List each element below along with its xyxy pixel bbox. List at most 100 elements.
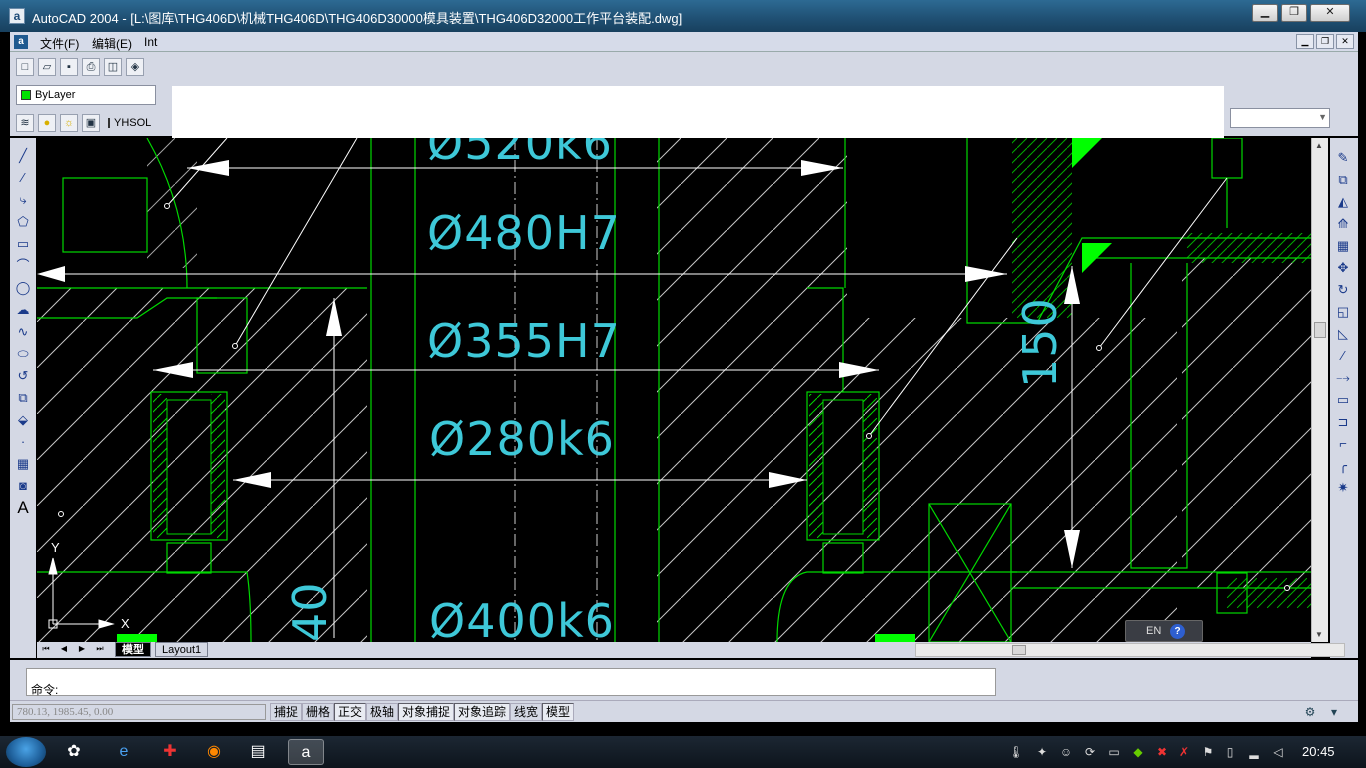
ime-language[interactable]: EN xyxy=(1146,625,1161,637)
polar-toggle[interactable]: 极轴 xyxy=(366,703,399,721)
autocad-taskbar-icon[interactable]: a xyxy=(288,739,324,765)
close-tray-icon[interactable]: ✗ xyxy=(1176,744,1192,760)
fillet-icon[interactable]: ╭ xyxy=(1333,456,1353,476)
mirror-icon[interactable]: ◭ xyxy=(1333,192,1353,212)
app-tray-icon[interactable]: ✖ xyxy=(1154,744,1170,760)
vertical-scrollbar[interactable]: ▲ ▼ xyxy=(1311,138,1328,642)
insert-block-icon[interactable]: ⧉ xyxy=(13,388,33,408)
restore-button[interactable]: ❐ xyxy=(1281,4,1307,22)
help-icon[interactable]: ? xyxy=(1170,624,1185,639)
app-launcher-icon[interactable]: ✿ xyxy=(56,739,92,765)
start-button[interactable] xyxy=(6,737,46,767)
revision-cloud-icon[interactable]: ☁ xyxy=(13,300,33,320)
doc-minimize-button[interactable]: ▁ xyxy=(1296,34,1314,49)
drive-tray-icon[interactable]: ▭ xyxy=(1106,744,1122,760)
update-tray-icon[interactable]: ⟳ xyxy=(1082,744,1098,760)
erase-icon[interactable]: ✎ xyxy=(1333,148,1353,168)
arc-icon[interactable]: ⌒ xyxy=(13,256,33,276)
user-tray-icon[interactable]: ☺ xyxy=(1058,744,1074,760)
circle-icon[interactable]: ◯ xyxy=(13,278,33,298)
line-icon[interactable]: ╱ xyxy=(13,146,33,166)
firefox-icon[interactable]: ◉ xyxy=(196,739,232,765)
otrack-toggle[interactable]: 对象追踪 xyxy=(454,703,511,721)
multiline-text-icon[interactable]: A xyxy=(13,498,33,518)
network-icon[interactable]: ▂ xyxy=(1246,744,1262,760)
stretch-icon[interactable]: ◺ xyxy=(1333,324,1353,344)
app-juhe-icon[interactable]: ✚ xyxy=(152,739,188,765)
region-icon[interactable]: ◙ xyxy=(13,476,33,496)
prev-tab-icon[interactable]: ◀ xyxy=(57,643,71,656)
osnap-toggle[interactable]: 对象捕捉 xyxy=(398,703,455,721)
tab-layout1[interactable]: Layout1 xyxy=(155,642,209,657)
command-line-input[interactable]: 命令: xyxy=(26,668,996,697)
hatch-icon[interactable]: ▦ xyxy=(13,454,33,474)
print-preview-icon[interactable]: ◫ xyxy=(104,58,122,76)
doc-restore-button[interactable]: ❐ xyxy=(1316,34,1334,49)
explode-icon[interactable]: ✷ xyxy=(1333,478,1353,498)
lightbulb-icon[interactable]: ● xyxy=(38,114,56,132)
layer-manager-icon[interactable]: ≋ xyxy=(16,114,34,132)
snap-toggle[interactable]: 捕捉 xyxy=(270,703,303,721)
drawing-canvas[interactable]: Ø520k6 Ø480H7 Ø355H7 Ø280k6 Ø400k6 150 4… xyxy=(37,138,1311,642)
volume-icon[interactable]: ◁ xyxy=(1270,744,1286,760)
publish-icon[interactable]: ◈ xyxy=(126,58,144,76)
hscroll-thumb[interactable] xyxy=(1012,645,1026,655)
scale-icon[interactable]: ◱ xyxy=(1333,302,1353,322)
last-tab-icon[interactable]: ⏭ xyxy=(93,643,107,656)
move-icon[interactable]: ✥ xyxy=(1333,258,1353,278)
internet-explorer-icon[interactable]: e xyxy=(106,739,142,765)
grid-toggle[interactable]: 栅格 xyxy=(302,703,335,721)
next-tab-icon[interactable]: ▶ xyxy=(75,643,89,656)
close-button[interactable]: ✕ xyxy=(1310,4,1350,22)
thermometer-icon[interactable]: 🌡 xyxy=(1008,744,1024,760)
spline-icon[interactable]: ∿ xyxy=(13,322,33,342)
polygon-icon[interactable]: ⬠ xyxy=(13,212,33,232)
copy-icon[interactable]: ⧉ xyxy=(1333,170,1353,190)
rectangle-icon[interactable]: ▭ xyxy=(13,234,33,254)
menu-edit[interactable]: 编辑(E) xyxy=(92,35,132,52)
color-control[interactable]: ByLayer xyxy=(16,85,156,105)
trim-icon[interactable]: ⁄ xyxy=(1333,346,1353,366)
print-icon[interactable]: ⎙ xyxy=(82,58,100,76)
lock-icon[interactable]: ▣ xyxy=(82,114,100,132)
ellipse-arc-icon[interactable]: ↺ xyxy=(13,366,33,386)
tray-settings-icon[interactable]: ⚙ xyxy=(1302,704,1318,720)
break-icon[interactable]: ▭ xyxy=(1333,390,1353,410)
ime-language-bar[interactable]: EN ? xyxy=(1125,620,1203,642)
statusbar-menu-icon[interactable]: ▾ xyxy=(1326,704,1342,720)
clock[interactable]: 20:45 xyxy=(1302,744,1335,759)
minimize-button[interactable]: ▁ xyxy=(1252,4,1278,22)
dimstyle-combo[interactable]: ▼ xyxy=(1230,108,1330,128)
construction-line-icon[interactable]: ⁄ xyxy=(13,168,33,188)
tab-model[interactable]: 模型 xyxy=(115,642,151,657)
make-block-icon[interactable]: ⬙ xyxy=(13,410,33,430)
lineweight-toggle[interactable]: 线宽 xyxy=(510,703,543,721)
layer-control[interactable]: YHSOL xyxy=(104,113,151,133)
sun-icon[interactable]: ☼ xyxy=(60,114,78,132)
extend-icon[interactable]: ⤍ xyxy=(1333,368,1353,388)
scroll-down-icon[interactable]: ▼ xyxy=(1315,630,1323,639)
join-icon[interactable]: ⊐ xyxy=(1333,412,1353,432)
rotate-icon[interactable]: ↻ xyxy=(1333,280,1353,300)
model-toggle[interactable]: 模型 xyxy=(542,703,575,721)
polyline-icon[interactable]: ⤷ xyxy=(13,190,33,210)
document-icon[interactable]: a xyxy=(14,35,28,49)
doc-close-button[interactable]: ✕ xyxy=(1336,34,1354,49)
chamfer-icon[interactable]: ⌐ xyxy=(1333,434,1353,454)
battery-icon[interactable]: ▯ xyxy=(1222,744,1238,760)
file-manager-icon[interactable]: ▤ xyxy=(240,739,276,765)
save-icon[interactable]: ▪ xyxy=(60,58,78,76)
array-icon[interactable]: ▦ xyxy=(1333,236,1353,256)
security-icon[interactable]: ✦ xyxy=(1034,744,1050,760)
menu-insert[interactable]: Int xyxy=(144,35,157,49)
flag-icon[interactable]: ⚑ xyxy=(1200,744,1216,760)
ortho-toggle[interactable]: 正交 xyxy=(334,703,367,721)
menu-file[interactable]: 文件(F) xyxy=(40,35,79,52)
horizontal-scrollbar[interactable] xyxy=(915,643,1345,657)
new-file-icon[interactable]: □ xyxy=(16,58,34,76)
scroll-thumb[interactable] xyxy=(1314,322,1326,338)
autocad-app-icon[interactable]: a xyxy=(9,8,25,24)
ellipse-icon[interactable]: ⬭ xyxy=(13,344,33,364)
open-file-icon[interactable]: ▱ xyxy=(38,58,56,76)
first-tab-icon[interactable]: ⏮ xyxy=(39,643,53,656)
